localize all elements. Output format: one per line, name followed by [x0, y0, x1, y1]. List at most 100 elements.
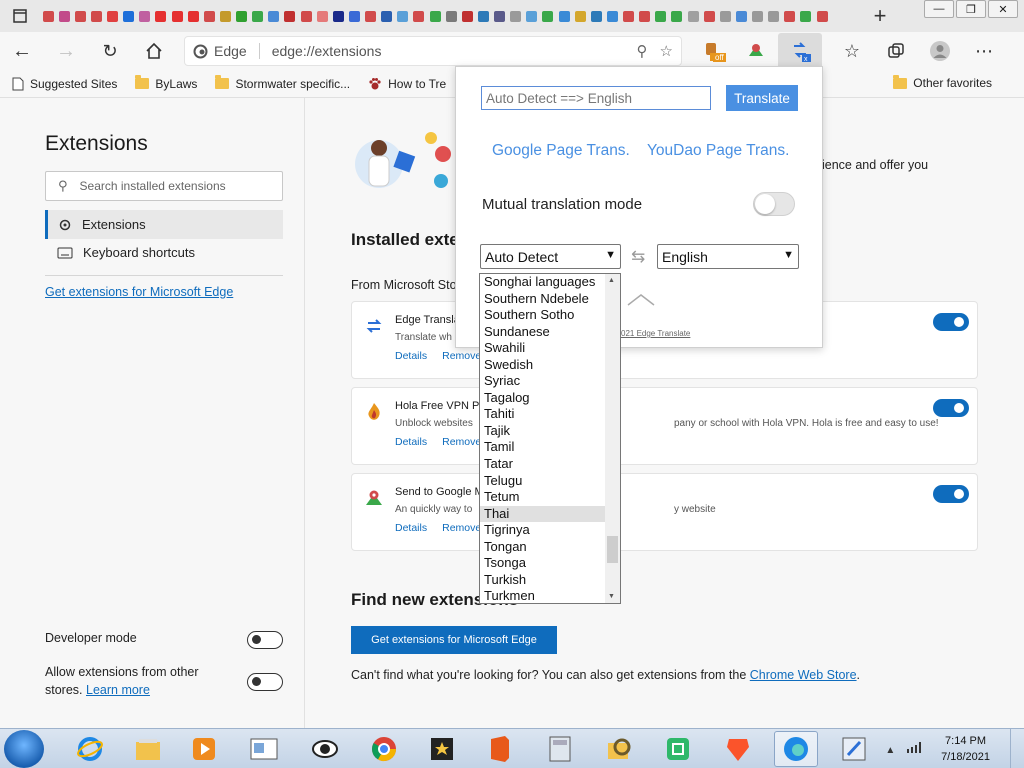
browser-tab[interactable]	[814, 5, 830, 27]
remove-link[interactable]: Remove	[442, 350, 481, 362]
browser-tab[interactable]	[330, 5, 346, 27]
taskbar-edge[interactable]	[774, 731, 818, 767]
language-option[interactable]: Telugu	[480, 473, 605, 490]
show-desktop-button[interactable]	[1010, 729, 1024, 768]
language-option[interactable]: Tsonga	[480, 555, 605, 572]
scrollbar-thumb[interactable]	[607, 536, 618, 563]
dropdown-scrollbar[interactable]: ▲ ▼	[605, 274, 620, 603]
taskbar-explorer[interactable]	[126, 731, 170, 767]
start-button[interactable]	[4, 730, 44, 768]
language-option[interactable]: Tahiti	[480, 406, 605, 423]
browser-tab[interactable]	[56, 5, 72, 27]
youdao-page-translate-link[interactable]: YouDao Page Trans.	[647, 142, 789, 160]
language-option[interactable]: Turkmen	[480, 588, 605, 603]
browser-tab[interactable]	[250, 5, 266, 27]
scroll-up-arrow-icon[interactable]: ▲	[608, 277, 615, 284]
profile-button[interactable]	[918, 33, 962, 69]
taskbar-screen-tool[interactable]	[656, 731, 700, 767]
language-option[interactable]: Tamil	[480, 439, 605, 456]
taskbar-office[interactable]	[478, 731, 522, 767]
extension-enable-toggle[interactable]	[933, 485, 969, 503]
sidebar-item-keyboard-shortcuts[interactable]: Keyboard shortcuts	[45, 238, 283, 267]
settings-menu-button[interactable]: ⋯	[962, 33, 1006, 69]
taskbar-search-tool[interactable]	[598, 731, 642, 767]
browser-tab[interactable]	[766, 5, 782, 27]
forward-button[interactable]: →	[44, 33, 88, 69]
taskbar-chrome[interactable]	[362, 731, 406, 767]
extension-hola-button[interactable]: off	[690, 33, 734, 69]
google-page-translate-link[interactable]: Google Page Trans.	[492, 142, 630, 160]
taskbar-document[interactable]	[242, 731, 286, 767]
extension-enable-toggle[interactable]	[933, 313, 969, 331]
browser-tab[interactable]	[298, 5, 314, 27]
search-input[interactable]: ⚲ Search installed extensions	[45, 171, 283, 201]
bookmark-bylaws[interactable]: ByLaws	[135, 75, 197, 91]
taskbar-eye-app[interactable]	[303, 731, 347, 767]
extension-maps-button[interactable]	[734, 33, 778, 69]
taskbar-media-player[interactable]	[182, 731, 226, 767]
scroll-down-arrow-icon[interactable]: ▼	[608, 593, 615, 600]
language-option[interactable]: Southern Sotho	[480, 307, 605, 324]
sidebar-item-extensions[interactable]: Extensions	[45, 210, 283, 239]
language-option[interactable]: Tajik	[480, 423, 605, 440]
back-button[interactable]: ←	[0, 33, 44, 69]
remove-link[interactable]: Remove	[442, 436, 481, 448]
browser-tab[interactable]	[72, 5, 88, 27]
browser-tab[interactable]	[459, 5, 475, 27]
language-option[interactable]: Syriac	[480, 373, 605, 390]
mutual-translation-toggle[interactable]	[753, 192, 795, 216]
browser-tab[interactable]	[314, 5, 330, 27]
browser-tab[interactable]	[733, 5, 749, 27]
browser-tab[interactable]	[750, 5, 766, 27]
favorites-button[interactable]: ☆	[830, 33, 874, 69]
remove-link[interactable]: Remove	[442, 522, 481, 534]
details-link[interactable]: Details	[395, 436, 427, 448]
language-option[interactable]: Swahili	[480, 340, 605, 357]
language-option[interactable]: Turkish	[480, 572, 605, 589]
browser-tab[interactable]	[185, 5, 201, 27]
browser-tab[interactable]	[169, 5, 185, 27]
target-language-select[interactable]: English ▼	[657, 244, 799, 269]
extension-translate-button[interactable]: x	[778, 33, 822, 69]
browser-tab[interactable]	[217, 5, 233, 27]
developer-mode-toggle[interactable]	[247, 631, 283, 649]
browser-tab[interactable]	[701, 5, 717, 27]
taskbar-calculator[interactable]	[538, 731, 582, 767]
popup-footer-text[interactable]: 021 Edge Translate	[621, 329, 690, 338]
url-text[interactable]: edge://extensions	[272, 43, 625, 59]
browser-tab[interactable]	[266, 5, 282, 27]
browser-tab[interactable]	[508, 5, 524, 27]
minimize-button[interactable]: —	[924, 0, 954, 18]
learn-more-link[interactable]: Learn more	[86, 683, 150, 697]
browser-tab[interactable]	[153, 5, 169, 27]
language-option[interactable]: Tigrinya	[480, 522, 605, 539]
language-option[interactable]: Tetum	[480, 489, 605, 506]
browser-tab[interactable]	[621, 5, 637, 27]
language-option[interactable]: Tatar	[480, 456, 605, 473]
zoom-icon[interactable]: ⚲	[637, 42, 648, 60]
language-option[interactable]: Tagalog	[480, 390, 605, 407]
browser-tab[interactable]	[346, 5, 362, 27]
system-tray[interactable]: ▲	[885, 741, 924, 756]
browser-tab[interactable]	[363, 5, 379, 27]
taskbar-ie[interactable]	[68, 731, 112, 767]
browser-tab[interactable]	[653, 5, 669, 27]
browser-tab[interactable]	[637, 5, 653, 27]
browser-tab[interactable]	[556, 5, 572, 27]
tray-expand-icon[interactable]: ▲	[885, 745, 895, 756]
browser-tab[interactable]	[40, 5, 56, 27]
browser-tab[interactable]	[604, 5, 620, 27]
browser-tab[interactable]	[475, 5, 491, 27]
site-identity[interactable]: Edge	[193, 43, 260, 59]
taskbar-paint[interactable]	[832, 731, 876, 767]
browser-tab[interactable]	[717, 5, 733, 27]
browser-tab[interactable]	[427, 5, 443, 27]
language-option[interactable]: Tongan	[480, 539, 605, 556]
browser-tab[interactable]	[492, 5, 508, 27]
browser-tab[interactable]	[669, 5, 685, 27]
network-signal-icon[interactable]	[906, 741, 924, 753]
browser-tab[interactable]	[524, 5, 540, 27]
browser-tab[interactable]	[685, 5, 701, 27]
browser-tab[interactable]	[88, 5, 104, 27]
restore-button[interactable]: ❐	[956, 0, 986, 18]
